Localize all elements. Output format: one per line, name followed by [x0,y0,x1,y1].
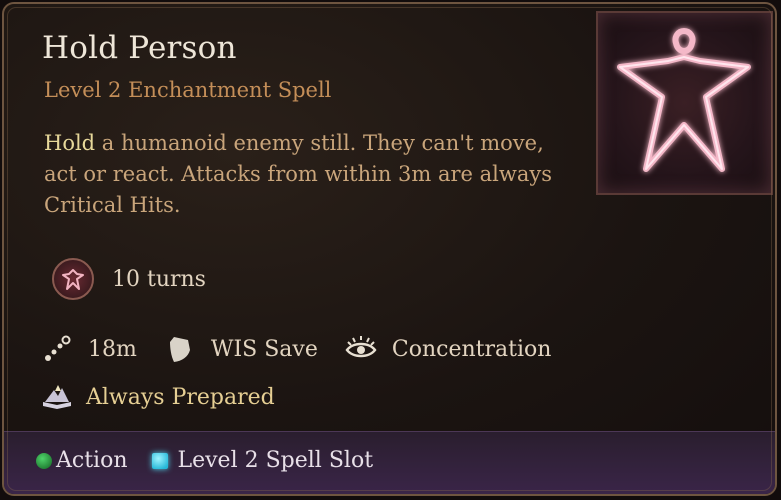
duration-row: 10 turns [52,258,206,300]
hold-person-icon [52,258,94,300]
description-text: a humanoid enemy still. They can't move,… [44,131,553,217]
spellbook-icon [40,380,74,414]
concentration-icon [344,332,378,366]
spell-subtitle: Level 2 Enchantment Spell [44,78,332,102]
spell-description: Hold a humanoid enemy still. They can't … [44,128,564,221]
range-property: 18m [40,332,137,366]
spell-slot-text: Level 2 Spell Slot [177,448,374,473]
spell-cost-footer: Action Level 2 Spell Slot [4,431,775,494]
concentration-text: Concentration [391,336,552,362]
hold-person-figure-icon [617,28,751,172]
action-text: Action [56,448,128,473]
save-property: WIS Save [163,332,318,366]
spell-properties: 18m WIS Save Concentration [40,332,577,366]
concentration-property: Concentration [344,332,552,366]
spell-slot-icon [151,452,168,469]
range-text: 18m [88,336,137,362]
hold-person-spell-art [596,11,773,195]
description-keyword: Hold [44,131,96,155]
spell-slot-cost: Level 2 Spell Slot [151,448,374,473]
action-cost: Action [36,448,128,473]
spell-title: Hold Person [42,30,237,66]
action-dot-icon [36,452,52,469]
prepared-text: Always Prepared [86,384,275,410]
shield-icon [163,332,197,366]
cost-row: Action Level 2 Spell Slot [36,448,397,473]
duration-text: 10 turns [112,266,206,292]
spell-tooltip: Hold Person Level 2 Enchantment Spell Ho… [2,2,777,496]
range-icon [40,332,74,366]
save-text: WIS Save [210,336,318,362]
prepared-row: Always Prepared [40,380,275,414]
